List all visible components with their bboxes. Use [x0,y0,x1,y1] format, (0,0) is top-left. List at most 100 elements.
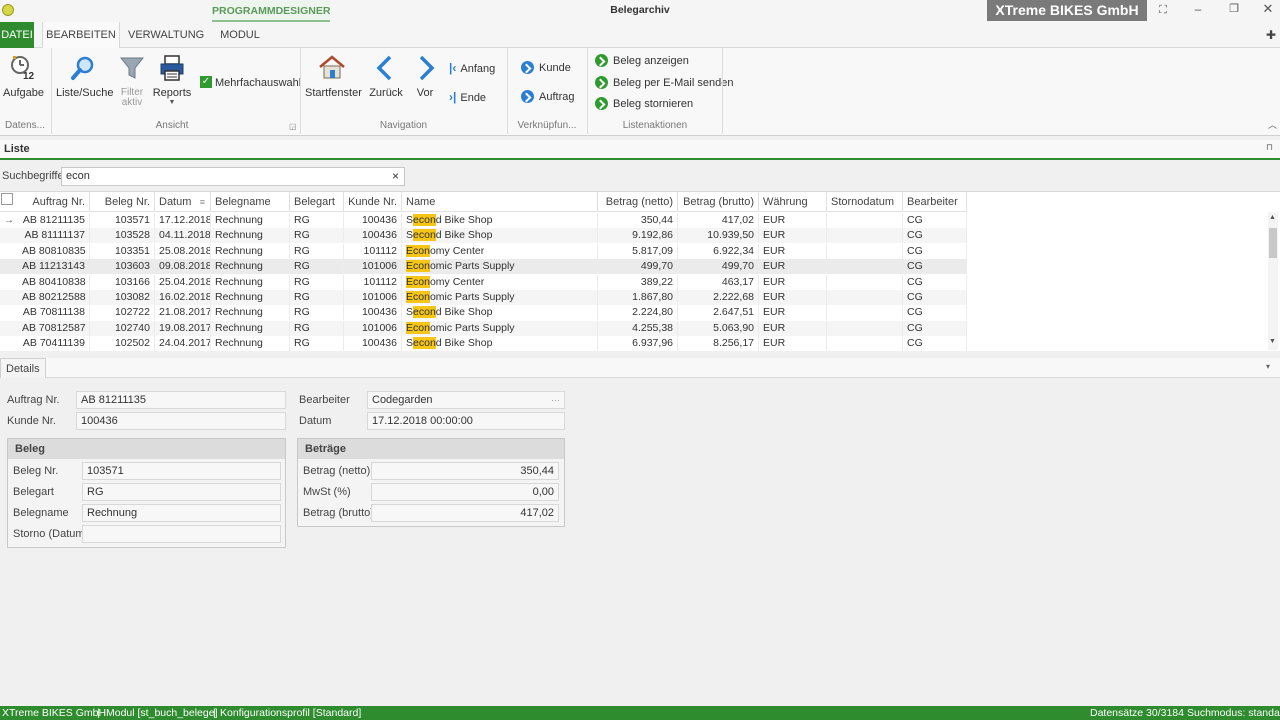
aufgabe-button[interactable]: 12 Aufgabe [3,54,44,99]
cell-brutto: 2.222,68 [678,290,759,305]
column-header-brutto[interactable]: Betrag (brutto) [678,192,759,212]
cell-storno [827,290,903,305]
select-all-checkbox[interactable] [1,193,13,205]
storno-field[interactable] [82,525,281,543]
startfenster-button[interactable]: Startfenster [305,54,362,99]
kunde-link-button[interactable]: Kunde [521,58,571,78]
tab-modul[interactable]: MODUL [216,22,264,48]
ellipsis-icon[interactable]: ··· [551,392,560,408]
cell-belegart: RG [290,320,344,336]
auftrag-link-button[interactable]: Auftrag [521,87,574,107]
reports-dropdown-icon[interactable]: ▼ [152,99,192,106]
column-header-name[interactable]: Name [402,192,598,212]
column-header-beleg[interactable]: Beleg Nr. [90,192,155,212]
name-text: d Bike Shop [435,214,493,226]
column-header-datum[interactable]: Datum ≡ [155,192,211,212]
cell-belegname: Rechnung [211,305,290,321]
group-label-navigation: Navigation [379,120,428,131]
cell-bearbeiter: CG [903,336,967,352]
vor-label: Vor [416,87,434,99]
cell-beleg: 103351 [90,243,155,259]
beleg-nr-field[interactable]: 103571 [82,462,281,480]
scroll-down-icon[interactable]: ▼ [1269,338,1276,345]
search-clear-icon[interactable]: × [392,169,399,183]
name-text: omy Center [429,275,485,288]
cell-datum: 19.08.2017 [155,320,211,336]
belegname-field[interactable]: Rechnung [82,504,281,522]
liste-suche-button[interactable]: Liste/Suche [56,54,113,99]
cell-beleg: 103082 [90,290,155,305]
zurueck-button[interactable]: Zurück [368,54,404,99]
bearbeiter-label: Bearbeiter [299,394,350,406]
cell-belegart: RG [290,213,344,228]
column-header-belegname[interactable]: Belegname [211,192,290,212]
search-highlight: econ [413,229,436,242]
cell-belegname: Rechnung [211,228,290,244]
column-header-waehrung[interactable]: Währung [759,192,827,212]
beleg-email-label: Beleg per E-Mail senden [613,77,734,89]
filter-button[interactable]: Filter aktiv [116,54,148,108]
anfang-button[interactable]: |‹ Anfang [449,58,495,78]
mehrfachauswahl-checkbox[interactable]: ✓ Mehrfachauswahl [200,73,301,93]
pin-icon[interactable]: ✚ [1266,28,1276,42]
column-header-bearbeiter[interactable]: Bearbeiter [903,192,967,212]
auftrag-nr-field[interactable]: AB 81211135 [76,391,286,409]
fullscreen-icon[interactable]: ⛶ [1156,4,1170,18]
belegart-field[interactable]: RG [82,483,281,501]
beleg-email-button[interactable]: Beleg per E-Mail senden [595,73,733,93]
betrag-brutto-label: Betrag (brutto) [303,507,374,519]
betrag-brutto-field[interactable]: 417,02 [371,504,559,522]
action-arrow-icon [595,96,608,110]
cell-waehrung: EUR [759,305,827,321]
cell-kunde: 101006 [344,320,402,336]
close-icon[interactable]: ✕ [1260,1,1276,17]
beleg-stornieren-button[interactable]: Beleg stornieren [595,94,693,114]
mwst-field[interactable]: 0,00 [371,483,559,501]
grid-scrollbar[interactable]: ▲ ▼ [1268,212,1278,350]
cell-storno [827,259,903,275]
cell-kunde: 100436 [344,305,402,321]
restore-icon[interactable]: ❐ [1226,2,1242,18]
tab-verwaltung[interactable]: VERWALTUNG [128,22,204,48]
scroll-up-icon[interactable]: ▲ [1269,214,1276,221]
datum-field[interactable]: 17.12.2018 00:00:00 [367,412,565,430]
cell-auftrag: AB 11213143 [18,259,90,275]
betraege-group-title: Beträge [298,439,564,459]
cell-netto: 9.192,86 [598,228,678,244]
cell-datum: 16.02.2018 [155,290,211,305]
details-tab[interactable]: Details [0,358,46,378]
ribbon-collapse-icon[interactable]: ︿ [1268,118,1277,131]
vor-button[interactable]: Vor [410,54,440,99]
search-highlight: Econ [406,260,430,273]
cell-waehrung: EUR [759,259,827,275]
betrag-netto-field[interactable]: 350,44 [371,462,559,480]
tab-datei[interactable]: DATEI [0,22,34,48]
column-header-kunde[interactable]: Kunde Nr. [344,192,402,212]
reports-button[interactable]: Reports ▼ [152,54,192,106]
column-header-netto[interactable]: Betrag (netto) [598,192,678,212]
minimize-icon[interactable]: – [1190,2,1206,18]
magnifier-icon [71,56,94,80]
ende-button[interactable]: ›| Ende [449,87,486,107]
kunde-nr-field[interactable]: 100436 [76,412,286,430]
cell-netto: 5.817,09 [598,243,678,259]
app-icon[interactable] [2,4,14,16]
first-icon: |‹ [449,61,457,75]
status-bar: XTreme BIKES GmbH | Modul [st_buch_beleg… [0,706,1280,720]
scroll-thumb[interactable] [1269,228,1277,258]
bearbeiter-field[interactable]: Codegarden ··· [367,391,565,409]
cell-name: Economic Parts Supply [402,259,598,275]
details-collapse-icon[interactable]: ▾ [1266,362,1270,371]
column-header-belegart[interactable]: Belegart [290,192,344,212]
beleg-anzeigen-button[interactable]: Beleg anzeigen [595,51,689,71]
cell-auftrag: AB 80810835 [18,243,90,259]
kunde-nr-label: Kunde Nr. [7,415,56,427]
panel-pin-icon[interactable]: ⊓ [1266,142,1273,153]
tab-bearbeiten[interactable]: BEARBEITEN [42,22,120,49]
column-header-storno[interactable]: Stornodatum [827,192,903,212]
search-input[interactable]: econ [61,167,405,186]
sort-desc-icon[interactable]: ≡ [200,192,205,212]
column-header-auftrag[interactable]: Auftrag Nr. [18,192,90,212]
search-label: Suchbegriffe [2,170,64,182]
name-text: d Bike Shop [435,337,493,350]
